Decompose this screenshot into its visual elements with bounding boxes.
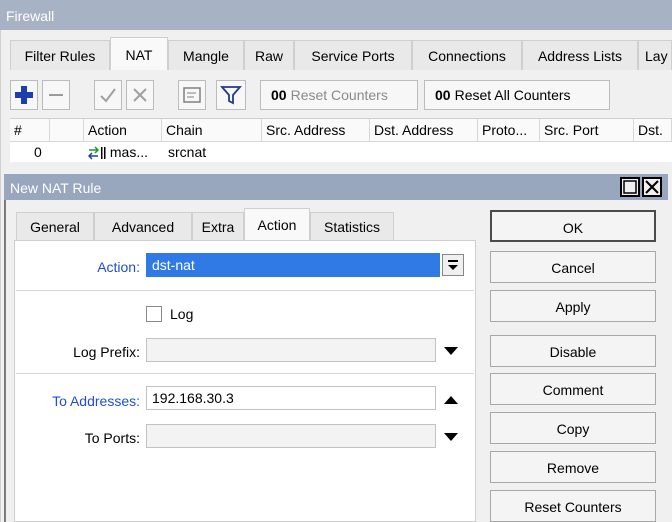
column-header-src-port[interactable]: Src. Port	[540, 119, 634, 142]
column-header-protocol[interactable]: Proto...	[478, 119, 540, 142]
maximize-icon	[623, 180, 637, 194]
comment-rule-button[interactable]: Comment	[490, 373, 656, 405]
dialog-tab-general[interactable]: General	[16, 212, 94, 240]
column-header-dst-port[interactable]: Dst.	[634, 119, 672, 142]
firewall-title: Firewall	[6, 8, 55, 24]
row-number: 0	[34, 144, 42, 160]
dropdown-icon	[448, 260, 458, 270]
close-icon	[645, 180, 659, 194]
copy-button[interactable]: Copy	[490, 412, 656, 444]
separator	[16, 290, 474, 291]
dialog-tab-extra[interactable]: Extra	[192, 212, 244, 240]
comment-button[interactable]	[178, 80, 206, 110]
action-dropdown-button[interactable]	[442, 254, 464, 276]
ok-button[interactable]: OK	[490, 210, 656, 242]
dialog-tab-action[interactable]: Action	[244, 208, 310, 240]
masquerade-icon	[87, 146, 106, 160]
dialog-title-bar: New NAT Rule	[4, 174, 668, 200]
tab-layer7[interactable]: Lay	[638, 40, 672, 70]
to-addresses-label: To Addresses:	[52, 393, 140, 409]
log-checkbox[interactable]	[146, 306, 162, 322]
to-ports-label: To Ports:	[84, 430, 140, 446]
reset-counters-rule-button[interactable]: Reset Counters	[490, 490, 656, 522]
log-prefix-label: Log Prefix:	[73, 344, 140, 360]
disable-rule-button[interactable]: Disable	[490, 335, 656, 367]
tab-service-ports[interactable]: Service Ports	[294, 40, 412, 70]
action-tab-panel	[14, 240, 476, 522]
column-header-number[interactable]: #	[10, 119, 50, 142]
tab-mangle[interactable]: Mangle	[168, 40, 244, 70]
tab-nat[interactable]: NAT	[110, 37, 168, 70]
firewall-title-bar: Firewall	[0, 0, 672, 30]
action-label: Action:	[97, 259, 140, 275]
filter-icon	[220, 86, 242, 105]
dialog-tab-advanced[interactable]: Advanced	[94, 212, 192, 240]
column-header-dst-address[interactable]: Dst. Address	[370, 119, 478, 142]
reset-counters-button[interactable]: 00 Reset Counters	[260, 80, 418, 110]
cancel-button[interactable]: Cancel	[490, 251, 656, 283]
close-button[interactable]	[642, 177, 662, 197]
add-button[interactable]	[10, 80, 38, 110]
column-header-chain[interactable]: Chain	[162, 119, 262, 142]
dialog-title: New NAT Rule	[10, 180, 102, 196]
reset-all-counters-button[interactable]: 00 Reset All Counters	[424, 80, 610, 110]
plus-icon	[15, 86, 33, 104]
row-action: mas...	[84, 143, 148, 162]
expand-down-icon[interactable]	[444, 433, 458, 441]
log-prefix-field[interactable]	[146, 338, 436, 362]
dialog-tab-statistics[interactable]: Statistics	[310, 212, 394, 240]
column-header-action[interactable]: Action	[84, 119, 162, 142]
minus-icon	[49, 94, 63, 96]
cross-icon	[133, 88, 147, 102]
tab-raw[interactable]: Raw	[244, 40, 294, 70]
check-icon	[100, 88, 116, 103]
action-select[interactable]: dst-nat	[146, 253, 440, 277]
apply-button[interactable]: Apply	[490, 290, 656, 322]
column-header-src-address[interactable]: Src. Address	[262, 119, 370, 142]
remove-rule-button[interactable]: Remove	[490, 451, 656, 483]
enable-button[interactable]	[94, 80, 122, 110]
collapse-up-icon[interactable]	[444, 396, 458, 404]
expand-down-icon[interactable]	[444, 347, 458, 355]
tab-filter-rules[interactable]: Filter Rules	[10, 40, 110, 70]
tab-address-lists[interactable]: Address Lists	[522, 40, 638, 70]
tab-connections[interactable]: Connections	[412, 40, 522, 70]
nat-rules-table: # Action Chain Src. Address Dst. Address…	[10, 118, 672, 162]
filter-button[interactable]	[216, 80, 246, 110]
disable-button[interactable]	[126, 80, 154, 110]
log-label: Log	[170, 306, 194, 322]
counter-icon: 00	[435, 87, 451, 103]
separator	[16, 373, 474, 374]
counter-icon: 00	[271, 87, 287, 103]
to-addresses-field[interactable]: 192.168.30.3	[146, 386, 436, 410]
remove-button[interactable]	[42, 80, 70, 110]
to-ports-field[interactable]	[146, 424, 436, 448]
maximize-button[interactable]	[620, 177, 640, 197]
row-chain: srcnat	[168, 144, 207, 160]
column-header-flags[interactable]	[50, 119, 84, 142]
comment-icon	[183, 87, 201, 103]
